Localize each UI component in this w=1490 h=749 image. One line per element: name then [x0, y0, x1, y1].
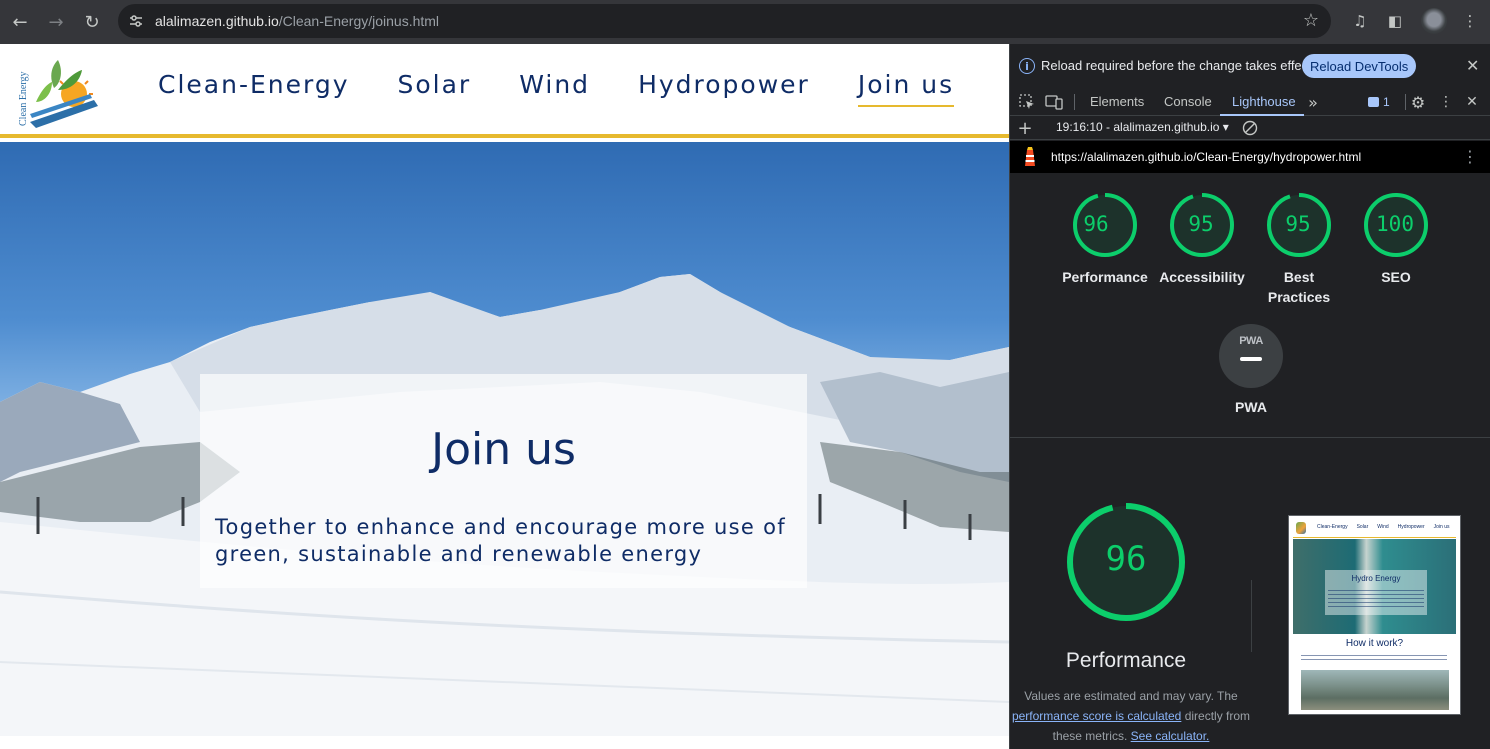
- thumbnail-nav-item: Join us: [1433, 524, 1450, 530]
- more-tabs-chevron-icon[interactable]: »: [1304, 93, 1322, 112]
- performance-score: 96: [1083, 212, 1109, 236]
- thumbnail-dam-image: [1301, 670, 1449, 710]
- browser-toolbar: ← → ↻ alalimazen.github.io/Clean-Energy/…: [0, 0, 1490, 44]
- seo-score: 100: [1376, 212, 1414, 236]
- lighthouse-toolbar: + 19:16:10 - alalimazen.github.io ▾: [1010, 116, 1490, 140]
- issues-badge[interactable]: 1: [1368, 95, 1390, 109]
- thumbnail-logo: [1296, 522, 1306, 534]
- pwa-gauge[interactable]: PWA: [1219, 324, 1283, 388]
- nav-link-join-us[interactable]: Join us: [857, 70, 955, 107]
- url-host: alalimazen.github.io: [155, 13, 279, 29]
- url-text[interactable]: alalimazen.github.io/Clean-Energy/joinus…: [155, 13, 439, 29]
- best-practices-label: Best Practices: [1267, 269, 1331, 305]
- site-header: Clean Energy Clean-Energy Solar Wind Hyd…: [0, 44, 1009, 138]
- performance-note: Values are estimated and may vary. The p…: [1006, 686, 1256, 746]
- devtools-tabbar: Elements Console Lighthouse » 1 ⚙ ⋮ ✕: [1010, 88, 1490, 116]
- thumbnail-hero: Hydro Energy: [1293, 539, 1456, 634]
- forward-arrow-icon[interactable]: →: [42, 8, 70, 36]
- see-calculator-link[interactable]: See calculator.: [1131, 729, 1210, 743]
- performance-label: Performance: [1062, 269, 1148, 285]
- device-toolbar-icon[interactable]: [1045, 93, 1063, 111]
- pwa-badge-text: PWA: [1239, 335, 1263, 347]
- best-practices-score: 95: [1285, 212, 1311, 236]
- hero-title: Join us: [431, 424, 576, 475]
- hero-card: Join us Together to enhance and encourag…: [200, 374, 807, 588]
- hero-section: Join us Together to enhance and encourag…: [0, 142, 1009, 736]
- tab-console[interactable]: Console: [1164, 94, 1212, 109]
- thumbnail-nav: Clean-Energy Solar Wind Hydropower Join …: [1293, 520, 1456, 538]
- nav-link-solar[interactable]: Solar: [398, 70, 472, 107]
- thumbnail-nav-item: Wind: [1377, 524, 1389, 530]
- performance-big-score: 96: [1105, 539, 1147, 579]
- info-icon: i: [1019, 58, 1035, 74]
- final-screenshot-thumbnail[interactable]: Clean-Energy Solar Wind Hydropower Join …: [1288, 515, 1461, 715]
- note-text-1: Values are estimated and may vary. The: [1024, 689, 1238, 703]
- performance-heading: Performance: [1065, 649, 1187, 672]
- address-bar[interactable]: alalimazen.github.io/Clean-Energy/joinus…: [118, 4, 1331, 38]
- inspect-element-icon[interactable]: [1018, 93, 1036, 111]
- chrome-menu-icon[interactable]: ⋮: [1459, 10, 1481, 32]
- infobar-message: Reload required before the change takes …: [1041, 58, 1316, 73]
- pwa-label: PWA: [1235, 399, 1267, 415]
- thumbnail-page: Clean-Energy Solar Wind Hydropower Join …: [1293, 520, 1456, 710]
- report-menu-icon[interactable]: ⋮: [1462, 147, 1478, 166]
- devtools-panel: i Reload required before the change take…: [1009, 44, 1490, 749]
- tab-lighthouse[interactable]: Lighthouse: [1232, 94, 1296, 109]
- close-devtools-icon[interactable]: ✕: [1463, 93, 1481, 111]
- bookmark-star-icon[interactable]: ☆: [1303, 10, 1319, 31]
- report-url[interactable]: https://alalimazen.github.io/Clean-Energ…: [1051, 150, 1361, 164]
- reload-icon[interactable]: ↻: [78, 8, 106, 36]
- reload-devtools-button[interactable]: Reload DevTools: [1302, 54, 1417, 78]
- thumbnail-hero-text-lines: [1328, 590, 1424, 610]
- thumbnail-nav-item: Hydropower: [1397, 524, 1425, 530]
- close-icon[interactable]: ✕: [1466, 56, 1479, 75]
- main-nav: Clean-Energy Solar Wind Hydropower Join …: [158, 70, 1002, 107]
- clean-energy-logo[interactable]: Clean Energy: [16, 48, 102, 130]
- thumbnail-hero-card: Hydro Energy: [1325, 570, 1427, 615]
- accessibility-label: Accessibility: [1159, 269, 1245, 285]
- seo-label: SEO: [1381, 269, 1411, 285]
- report-select[interactable]: 19:16:10 - alalimazen.github.io ▾: [1056, 120, 1229, 134]
- vertical-divider: [1251, 580, 1252, 652]
- thumbnail-subheading: How it work?: [1345, 638, 1404, 649]
- thumbnail-nav-item: Solar: [1356, 524, 1369, 530]
- lighthouse-report-urlbar: https://alalimazen.github.io/Clean-Energ…: [1010, 141, 1490, 173]
- accessibility-score: 95: [1188, 212, 1214, 236]
- nav-link-clean-energy[interactable]: Clean-Energy: [158, 70, 350, 107]
- logo-text: Clean Energy: [18, 71, 29, 126]
- devtools-infobar: i Reload required before the change take…: [1010, 44, 1490, 88]
- report-select-value: 19:16:10 - alalimazen.github.io: [1056, 120, 1220, 134]
- thumbnail-nav-items: Clean-Energy Solar Wind Hydropower Join …: [1317, 524, 1449, 530]
- clear-all-icon[interactable]: [1241, 119, 1259, 137]
- side-panel-icon[interactable]: ◧: [1384, 10, 1406, 32]
- pwa-dash-icon: [1240, 357, 1262, 361]
- message-icon: [1368, 97, 1379, 107]
- tab-elements[interactable]: Elements: [1090, 94, 1144, 109]
- hero-text: Together to enhance and encourage more u…: [215, 515, 786, 566]
- settings-gear-icon[interactable]: ⚙: [1409, 93, 1427, 112]
- page-footer-strip: [0, 736, 1009, 749]
- url-path: /Clean-Energy/joinus.html: [278, 13, 440, 29]
- customize-menu-icon[interactable]: ⋮: [1437, 93, 1455, 111]
- new-report-plus-icon[interactable]: +: [1016, 118, 1034, 139]
- back-arrow-icon[interactable]: ←: [6, 8, 34, 36]
- issues-count: 1: [1383, 95, 1390, 109]
- tabbar-divider: [1405, 94, 1406, 110]
- media-control-icon[interactable]: ♫: [1349, 10, 1371, 32]
- profile-avatar[interactable]: [1421, 8, 1447, 34]
- thumbnail-hero-title: Hydro Energy: [1351, 574, 1401, 583]
- lighthouse-icon: [1025, 147, 1035, 166]
- thumbnail-text-lines: [1301, 655, 1447, 663]
- web-page: Clean Energy Clean-Energy Solar Wind Hyd…: [0, 44, 1009, 749]
- score-calculated-link[interactable]: performance score is calculated: [1012, 709, 1181, 723]
- site-settings-icon[interactable]: [128, 13, 144, 29]
- nav-link-wind[interactable]: Wind: [519, 70, 590, 107]
- tabbar-divider: [1074, 94, 1075, 110]
- section-divider: [1010, 437, 1490, 438]
- thumbnail-nav-item: Clean-Energy: [1317, 524, 1348, 530]
- nav-link-hydropower[interactable]: Hydropower: [638, 70, 810, 107]
